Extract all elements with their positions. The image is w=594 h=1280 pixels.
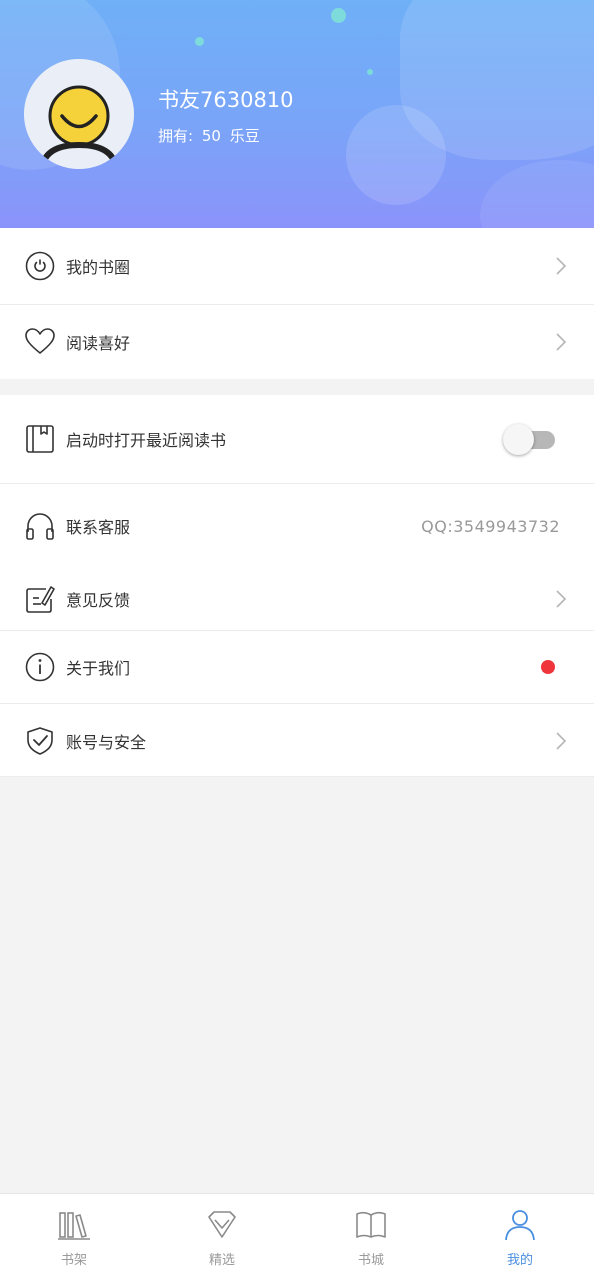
menu-item-book-circle[interactable]: 我的书圈 [0, 228, 594, 304]
menu-item-label: 关于我们 [66, 659, 131, 678]
chevron-right-icon [556, 333, 567, 351]
header-bubble [331, 8, 346, 23]
avatar[interactable] [24, 59, 134, 169]
person-icon [505, 1210, 535, 1241]
chevron-right-icon [556, 590, 567, 608]
chevron-right-icon [556, 257, 567, 275]
menu-group-2: 启动时打开最近阅读书 联系客服 QQ:3549943732 意见反馈 关于我们 … [0, 395, 594, 777]
open-book-icon [356, 1211, 386, 1238]
info-icon [25, 652, 55, 682]
tab-mine[interactable]: 我的 [446, 1194, 594, 1280]
menu-item-label: 阅读喜好 [66, 334, 131, 353]
menu-item-label: 启动时打开最近阅读书 [66, 431, 227, 450]
menu-item-open-recent-book: 启动时打开最近阅读书 [0, 395, 594, 483]
new-badge-dot [541, 660, 555, 674]
tab-featured[interactable]: 精选 [148, 1194, 296, 1280]
tab-label: 书城 [357, 1253, 384, 1268]
tab-label: 书架 [60, 1253, 87, 1268]
customer-service-qq: QQ:3549943732 [421, 516, 560, 536]
coin-label: 拥有: [158, 127, 194, 145]
menu-item-label: 我的书圈 [66, 258, 131, 277]
chevron-right-icon [556, 731, 567, 750]
menu-item-feedback[interactable]: 意见反馈 [0, 568, 594, 630]
tab-bookstore[interactable]: 书城 [297, 1194, 445, 1280]
book-circle-icon [25, 251, 55, 281]
menu-item-reading-preference[interactable]: 阅读喜好 [0, 305, 594, 379]
open-recent-book-toggle[interactable] [503, 424, 555, 455]
menu-group-1: 我的书圈 阅读喜好 [0, 228, 594, 379]
profile-header: 书友7630810 拥有: 50 乐豆 [0, 0, 594, 228]
divider [0, 776, 594, 777]
username[interactable]: 书友7630810 [158, 84, 294, 114]
headphones-icon [26, 513, 54, 540]
feedback-edit-icon [26, 586, 55, 613]
menu-item-label: 账号与安全 [66, 732, 147, 752]
bookmark-book-icon [26, 425, 54, 453]
menu-item-label: 意见反馈 [66, 591, 131, 610]
bottom-tab-bar: 书架 精选 书城 我的 [0, 1193, 594, 1280]
tab-bookshelf[interactable]: 书架 [0, 1194, 148, 1280]
coin-value: 50 [201, 127, 221, 145]
header-bubble [367, 69, 373, 75]
header-decoration [346, 105, 446, 205]
smiley-avatar-icon [24, 59, 134, 169]
header-decoration [480, 160, 594, 228]
menu-item-label: 联系客服 [66, 518, 131, 537]
menu-item-about-us[interactable]: 关于我们 [0, 631, 594, 703]
toggle-knob [503, 424, 534, 455]
menu-item-customer-service[interactable]: 联系客服 QQ:3549943732 [0, 484, 594, 568]
coin-unit: 乐豆 [229, 127, 260, 145]
tab-label: 精选 [208, 1253, 235, 1268]
header-bubble [195, 37, 204, 46]
menu-item-account-security[interactable]: 账号与安全 [0, 704, 594, 777]
shield-check-icon [27, 726, 53, 755]
bookshelf-icon [58, 1212, 90, 1240]
coin-balance: 拥有: 50 乐豆 [158, 125, 264, 146]
tab-label: 我的 [506, 1253, 533, 1268]
diamond-icon [208, 1211, 236, 1238]
heart-icon [25, 328, 55, 354]
